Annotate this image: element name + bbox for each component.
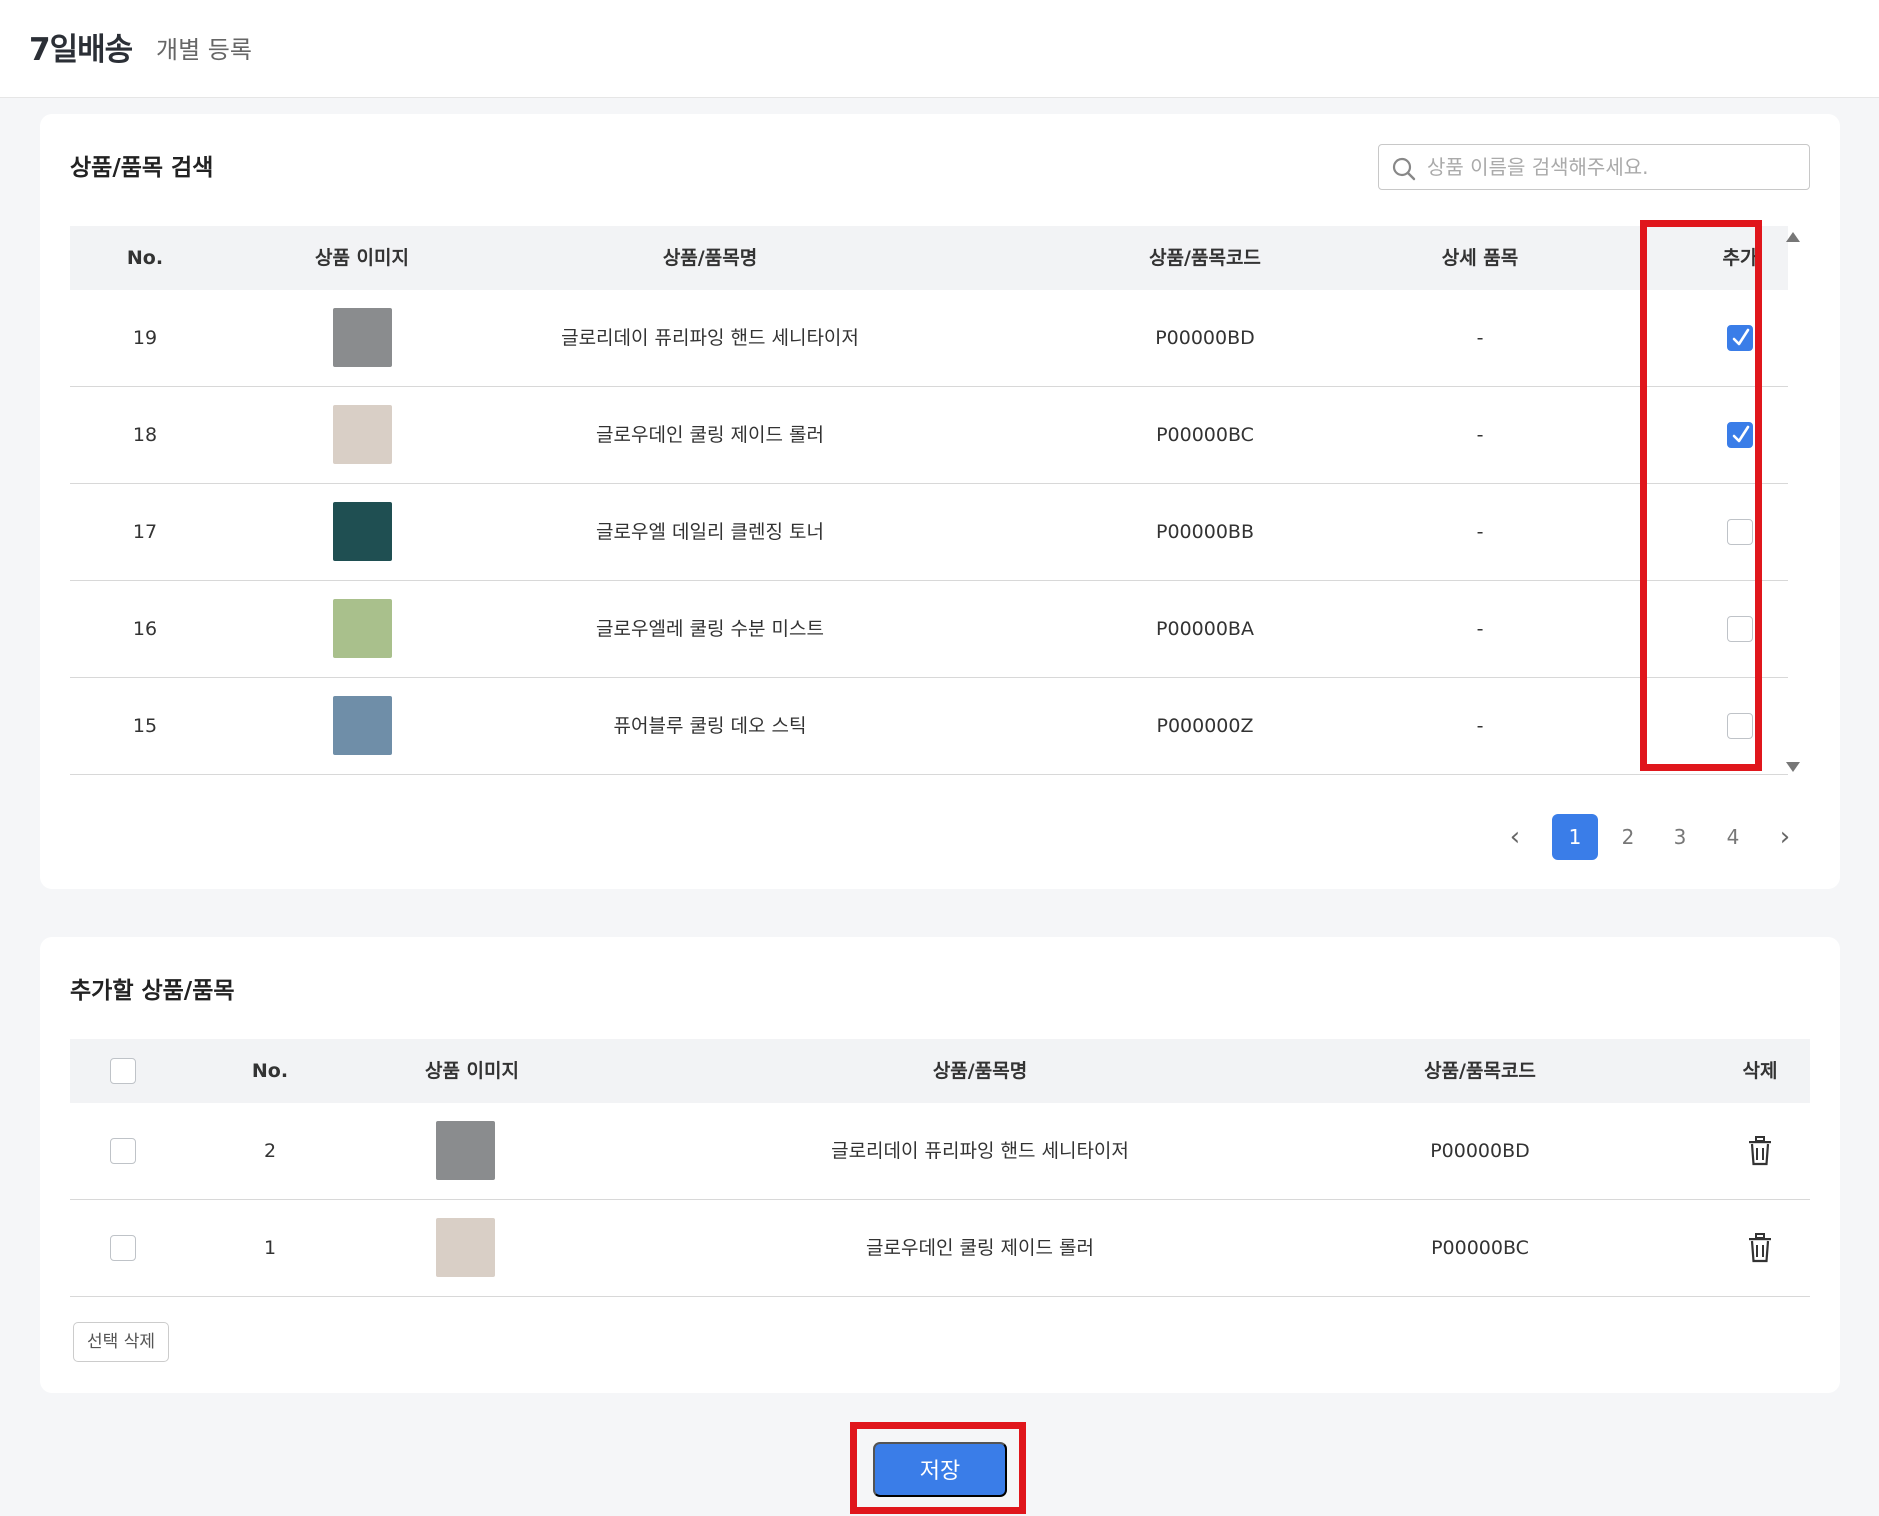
search-input[interactable] <box>1427 153 1797 181</box>
row-no: 16 <box>132 618 158 640</box>
col-code: 상품/품목코드 <box>1149 247 1261 269</box>
page-4-button[interactable]: 4 <box>1710 814 1756 860</box>
save-button[interactable]: 저장 <box>873 1442 1007 1497</box>
product-code: P00000BC <box>1156 424 1254 446</box>
detail-item: - <box>1476 521 1484 543</box>
col-name: 상품/품목명 <box>932 1060 1028 1082</box>
row-no: 15 <box>132 715 158 737</box>
trash-icon[interactable] <box>1746 1136 1774 1166</box>
product-code: P00000BC <box>1431 1237 1529 1259</box>
product-code: P000000Z <box>1156 715 1254 737</box>
page-1-button[interactable]: 1 <box>1552 814 1598 860</box>
search-box[interactable] <box>1378 144 1810 190</box>
product-name: 글로우엘 데일리 클렌징 토너 <box>596 521 824 543</box>
col-image: 상품 이미지 <box>314 247 409 269</box>
detail-item: - <box>1476 424 1484 446</box>
row-no: 1 <box>263 1237 277 1259</box>
pagination: ‹ 1 2 3 4 › <box>1500 814 1850 860</box>
product-name: 퓨어블루 쿨링 데오 스틱 <box>613 715 807 737</box>
added-table-header: No. 상품 이미지 상품/품목명 상품/품목코드 삭제 <box>70 1039 1810 1103</box>
product-thumbnail <box>436 1218 495 1277</box>
product-code: P00000BD <box>1430 1140 1530 1162</box>
product-thumbnail <box>436 1121 495 1180</box>
col-detail: 상세 품목 <box>1441 247 1519 269</box>
row-no: 19 <box>132 327 158 349</box>
next-page-button[interactable]: › <box>1770 814 1800 860</box>
product-thumbnail <box>333 696 392 755</box>
row-checkbox[interactable] <box>110 1235 136 1261</box>
product-name: 글로우데인 쿨링 제이드 롤러 <box>866 1237 1094 1259</box>
table-row: 19 글로리데이 퓨리파잉 핸드 세니타이저 P00000BD - <box>70 290 1788 387</box>
col-image: 상품 이미지 <box>424 1060 519 1082</box>
col-no: No. <box>126 247 164 269</box>
product-name: 글로우엘레 쿨링 수분 미스트 <box>596 618 824 640</box>
col-no: No. <box>251 1060 289 1082</box>
row-no: 18 <box>132 424 158 446</box>
product-name: 글로리데이 퓨리파잉 핸드 세니타이저 <box>831 1140 1129 1162</box>
scroll-down-arrow[interactable] <box>1786 762 1800 772</box>
trash-icon[interactable] <box>1746 1233 1774 1263</box>
added-section-title: 추가할 상품/품목 <box>70 978 235 1004</box>
page-header: 7일배송 개별 등록 <box>0 0 1879 98</box>
page-subtitle: 개별 등록 <box>156 36 252 64</box>
product-thumbnail <box>333 502 392 561</box>
product-thumbnail <box>333 308 392 367</box>
table-row: 2 글로리데이 퓨리파잉 핸드 세니타이저 P00000BD <box>70 1103 1810 1200</box>
search-icon <box>1392 157 1416 181</box>
product-search-card: 상품/품목 검색 No. 상품 이미지 상품/품목명 상품/품목코드 상세 품목… <box>40 114 1840 889</box>
product-name: 글로리데이 퓨리파잉 핸드 세니타이저 <box>561 327 859 349</box>
page-2-button[interactable]: 2 <box>1605 814 1651 860</box>
search-table-header: No. 상품 이미지 상품/품목명 상품/품목코드 상세 품목 추가 <box>70 226 1788 290</box>
col-code: 상품/품목코드 <box>1424 1060 1536 1082</box>
row-no: 2 <box>263 1140 277 1162</box>
page-3-button[interactable]: 3 <box>1657 814 1703 860</box>
table-row: 17 글로우엘 데일리 클렌징 토너 P00000BB - <box>70 484 1788 581</box>
table-row: 1 글로우데인 쿨링 제이드 롤러 P00000BC <box>70 1200 1810 1297</box>
add-column-highlight <box>1640 220 1762 771</box>
page-title: 7일배송 <box>29 32 133 68</box>
product-code: P00000BA <box>1156 618 1254 640</box>
row-checkbox[interactable] <box>110 1138 136 1164</box>
select-all-checkbox[interactable] <box>110 1058 136 1084</box>
detail-item: - <box>1476 327 1484 349</box>
detail-item: - <box>1476 618 1484 640</box>
product-name: 글로우데인 쿨링 제이드 롤러 <box>596 424 824 446</box>
col-delete: 삭제 <box>1742 1060 1778 1082</box>
detail-item: - <box>1476 715 1484 737</box>
search-section-title: 상품/품목 검색 <box>70 155 214 181</box>
product-code: P00000BD <box>1155 327 1255 349</box>
table-row: 15 퓨어블루 쿨링 데오 스틱 P000000Z - <box>70 678 1788 775</box>
col-name: 상품/품목명 <box>662 247 758 269</box>
delete-selected-button[interactable]: 선택 삭제 <box>73 1322 169 1362</box>
added-products-card: 추가할 상품/품목 No. 상품 이미지 상품/품목명 상품/품목코드 삭제 2… <box>40 937 1840 1393</box>
row-no: 17 <box>132 521 158 543</box>
product-thumbnail <box>333 599 392 658</box>
product-thumbnail <box>333 405 392 464</box>
scroll-up-arrow[interactable] <box>1786 232 1800 242</box>
prev-page-button[interactable]: ‹ <box>1500 814 1530 860</box>
table-row: 18 글로우데인 쿨링 제이드 롤러 P00000BC - <box>70 387 1788 484</box>
table-row: 16 글로우엘레 쿨링 수분 미스트 P00000BA - <box>70 581 1788 678</box>
product-code: P00000BB <box>1156 521 1254 543</box>
